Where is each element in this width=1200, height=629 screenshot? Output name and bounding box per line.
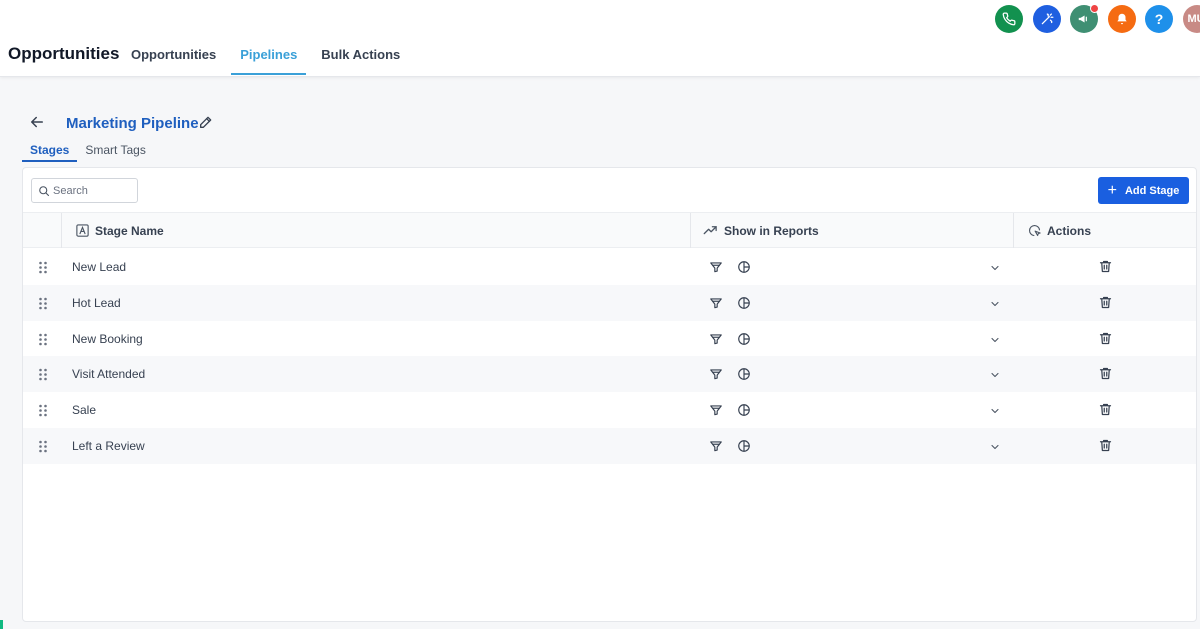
stage-name-header: Stage Name bbox=[95, 223, 164, 238]
tab-opportunities[interactable]: Opportunities bbox=[122, 32, 225, 77]
tab-stages[interactable]: Stages bbox=[22, 141, 78, 162]
announcements-button[interactable] bbox=[1070, 4, 1099, 33]
app-title: Opportunities bbox=[8, 44, 120, 63]
magic-wand-icon bbox=[1041, 13, 1053, 25]
stage-name: Left a Review bbox=[72, 439, 145, 453]
edge-indicator bbox=[0, 620, 3, 629]
drag-handle-icon[interactable] bbox=[38, 368, 48, 381]
chevron-down-icon[interactable] bbox=[989, 298, 1001, 310]
search-input[interactable] bbox=[53, 182, 133, 199]
table-row[interactable]: New Booking bbox=[23, 321, 1196, 357]
stages-card: + Add Stage Stage Name Show in Reports A… bbox=[22, 167, 1197, 622]
back-arrow-icon[interactable] bbox=[28, 113, 46, 131]
funnel-icon[interactable] bbox=[709, 439, 723, 453]
table-row[interactable]: Left a Review bbox=[23, 428, 1196, 464]
trash-icon[interactable] bbox=[1098, 438, 1113, 453]
chevron-down-icon[interactable] bbox=[989, 441, 1001, 453]
bell-icon bbox=[1116, 13, 1127, 25]
column-header-show-in-reports: Show in Reports bbox=[702, 213, 819, 248]
pie-chart-icon[interactable] bbox=[737, 332, 751, 346]
header-actions: ? MU bbox=[995, 4, 1200, 33]
funnel-icon[interactable] bbox=[709, 367, 723, 381]
funnel-icon[interactable] bbox=[709, 296, 723, 310]
pie-chart-icon[interactable] bbox=[737, 260, 751, 274]
pipeline-sub-tabs: Stages Smart Tags bbox=[22, 141, 154, 162]
trending-up-icon bbox=[703, 226, 717, 235]
trash-icon[interactable] bbox=[1098, 402, 1113, 417]
table-row[interactable]: Visit Attended bbox=[23, 356, 1196, 393]
notification-dot bbox=[1090, 4, 1099, 13]
table-row[interactable]: Hot Lead bbox=[23, 284, 1196, 321]
column-divider bbox=[690, 213, 691, 248]
drag-handle-icon[interactable] bbox=[38, 440, 48, 453]
stage-name: Sale bbox=[72, 403, 97, 418]
stage-name: Visit Attended bbox=[72, 367, 146, 382]
funnel-icon[interactable] bbox=[709, 403, 723, 417]
show-in-reports-header: Show in Reports bbox=[724, 223, 819, 238]
pencil-icon[interactable] bbox=[198, 114, 214, 130]
tab-pipelines[interactable]: Pipelines bbox=[231, 32, 307, 77]
table-header: Stage Name Show in Reports Actions bbox=[23, 212, 1196, 248]
pie-chart-icon[interactable] bbox=[737, 439, 751, 453]
pipeline-title: Marketing Pipeline bbox=[66, 115, 199, 132]
pie-chart-icon[interactable] bbox=[737, 403, 751, 417]
help-button[interactable]: ? bbox=[1145, 5, 1173, 33]
funnel-icon[interactable] bbox=[709, 332, 723, 346]
column-divider bbox=[61, 213, 62, 248]
avatar[interactable]: MU bbox=[1182, 5, 1200, 33]
phone-icon bbox=[1002, 12, 1016, 26]
notifications-button[interactable] bbox=[1107, 5, 1136, 33]
column-divider bbox=[1013, 213, 1014, 248]
search-icon bbox=[39, 186, 50, 197]
phone-button[interactable] bbox=[995, 5, 1023, 33]
chevron-down-icon[interactable] bbox=[989, 369, 1001, 381]
magic-wand-button[interactable] bbox=[1032, 5, 1061, 33]
table-row[interactable]: Sale bbox=[23, 392, 1196, 428]
search-box bbox=[31, 178, 138, 203]
tab-bulk-actions[interactable]: Bulk Actions bbox=[312, 32, 409, 77]
stage-name: New Booking bbox=[72, 331, 143, 346]
stage-name: New Lead bbox=[72, 260, 127, 274]
plus-icon: + bbox=[1107, 181, 1117, 199]
column-header-actions: Actions bbox=[1027, 213, 1091, 248]
add-stage-button[interactable]: + Add Stage bbox=[1098, 177, 1189, 204]
help-icon: ? bbox=[1154, 11, 1164, 27]
chevron-down-icon[interactable] bbox=[989, 405, 1001, 417]
cursor-click-icon bbox=[1028, 224, 1041, 237]
column-header-stage-name: Stage Name bbox=[75, 213, 164, 248]
pie-chart-icon[interactable] bbox=[737, 367, 751, 381]
pie-chart-icon[interactable] bbox=[737, 296, 751, 310]
actions-header: Actions bbox=[1047, 223, 1092, 238]
drag-handle-icon[interactable] bbox=[38, 404, 48, 417]
trash-icon[interactable] bbox=[1098, 295, 1113, 310]
add-stage-label: Add Stage bbox=[1124, 184, 1180, 197]
top-header: Opportunities Opportunities Pipelines Bu… bbox=[0, 0, 1200, 77]
trash-icon[interactable] bbox=[1098, 259, 1113, 274]
chevron-down-icon[interactable] bbox=[989, 262, 1001, 274]
trash-icon[interactable] bbox=[1098, 331, 1113, 346]
tab-smart-tags[interactable]: Smart Tags bbox=[77, 141, 153, 162]
stage-name: Hot Lead bbox=[72, 295, 121, 310]
drag-handle-icon[interactable] bbox=[38, 261, 48, 274]
drag-handle-icon[interactable] bbox=[38, 333, 48, 346]
drag-handle-icon[interactable] bbox=[38, 297, 48, 310]
text-field-icon bbox=[76, 224, 89, 237]
main-nav-tabs: Opportunities Pipelines Bulk Actions bbox=[122, 32, 415, 77]
trash-icon[interactable] bbox=[1098, 366, 1113, 381]
megaphone-icon bbox=[1078, 15, 1087, 23]
table-row[interactable]: New Lead bbox=[23, 249, 1196, 285]
chevron-down-icon[interactable] bbox=[989, 334, 1001, 346]
funnel-icon[interactable] bbox=[709, 260, 723, 274]
